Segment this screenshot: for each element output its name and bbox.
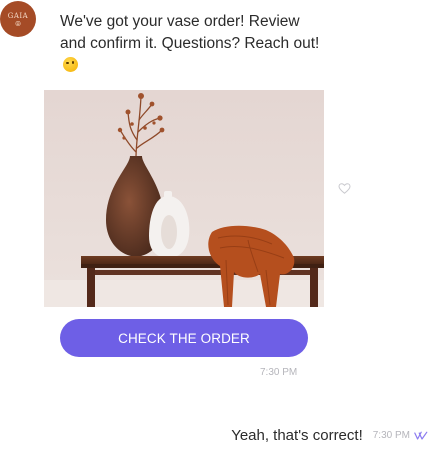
brand-avatar: GAIA ⦾ (0, 1, 36, 37)
winking-face-icon (63, 57, 78, 72)
user-message-text: Yeah, that's correct! (231, 427, 363, 444)
double-check-icon (414, 431, 428, 440)
bot-message-text: We've got your vase order! Review and co… (60, 13, 320, 52)
bot-message: We've got your vase order! Review and co… (60, 11, 322, 77)
heart-outline-icon[interactable] (338, 182, 351, 195)
brand-logo-mark: ⦾ (15, 20, 21, 28)
user-message-timestamp: 7:30 PM (372, 430, 410, 441)
bot-message-timestamp: 7:30 PM (260, 367, 298, 378)
product-image (44, 90, 324, 307)
brand-logo-text: GAIA (7, 11, 29, 20)
check-order-button[interactable]: CHECK THE ORDER (60, 319, 308, 357)
user-message-row: Yeah, that's correct! 7:30 PM (231, 427, 428, 444)
